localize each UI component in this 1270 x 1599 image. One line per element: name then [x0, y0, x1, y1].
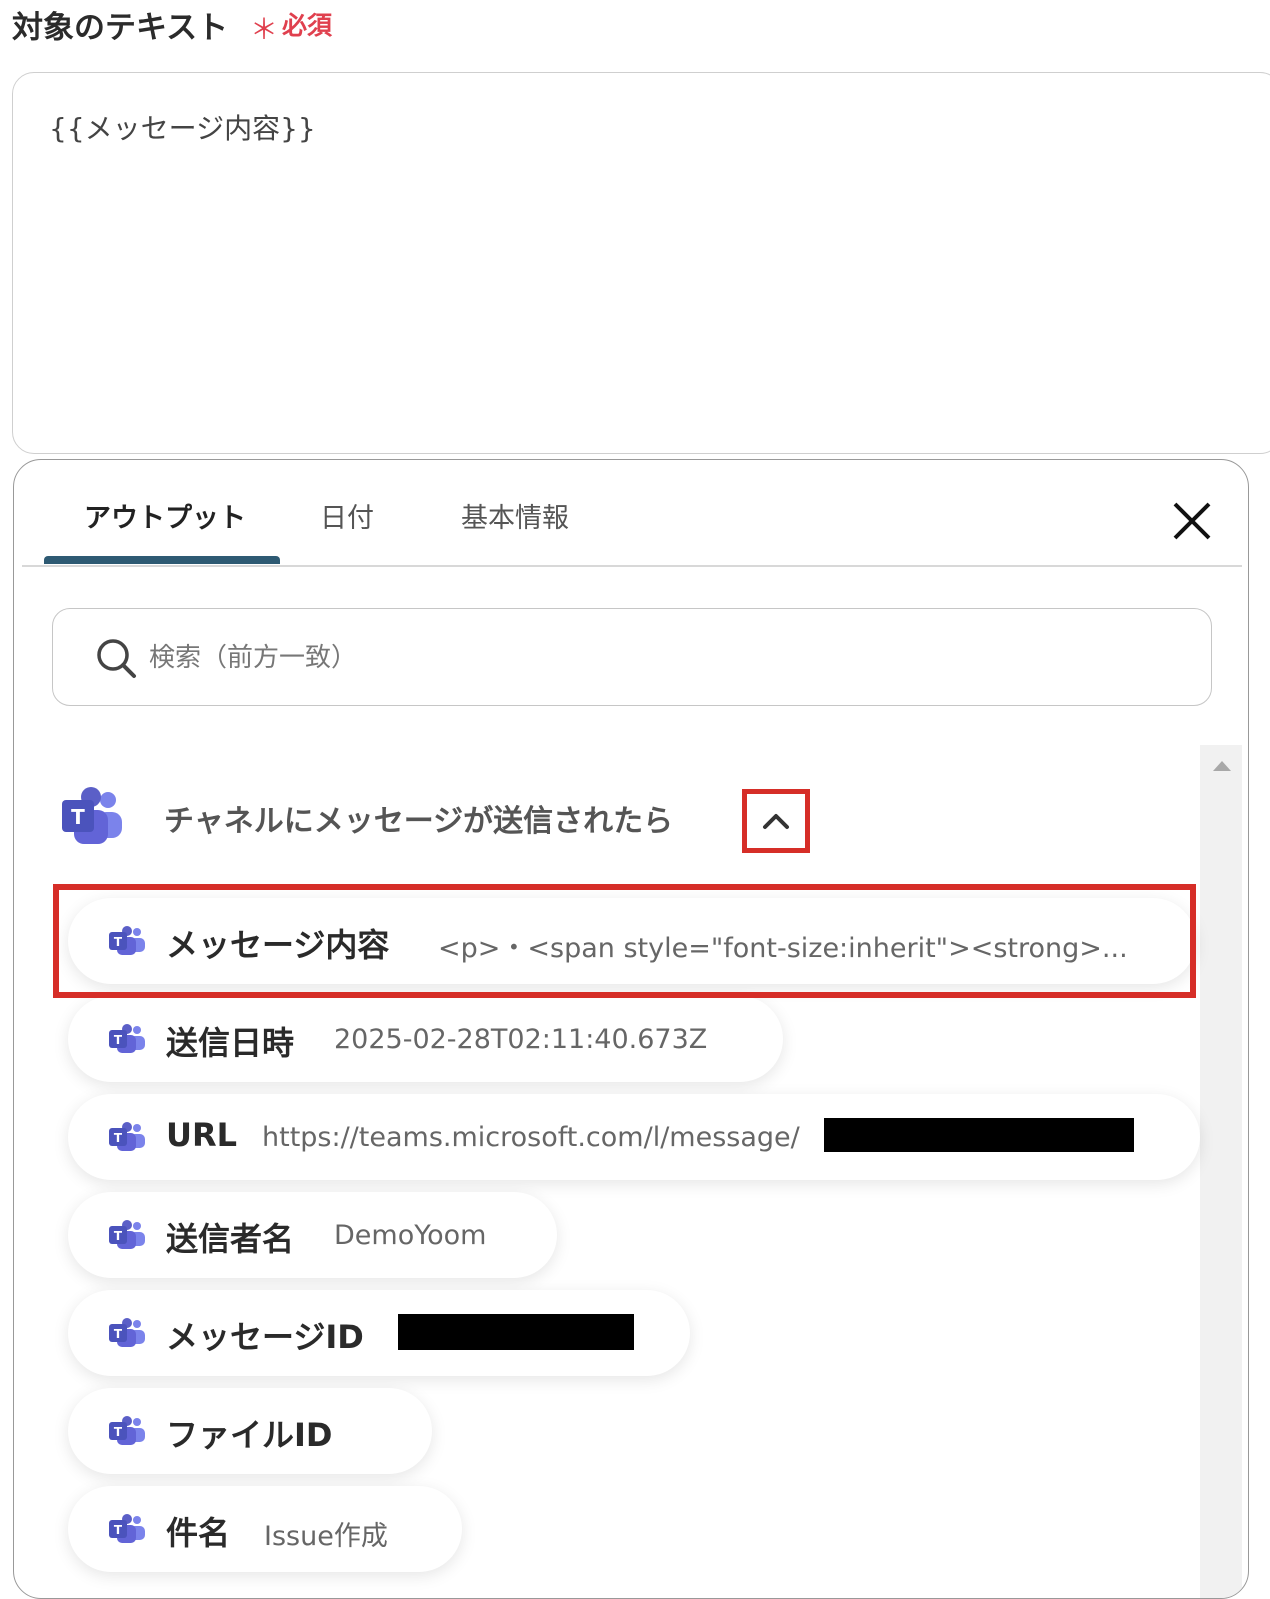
svg-text:T: T [114, 1033, 123, 1047]
scroll-up-arrow-icon[interactable] [1213, 761, 1231, 771]
required-label: 必須 [282, 11, 333, 40]
target-text-area[interactable]: {{メッセージ内容}} [12, 72, 1270, 454]
output-item-sender-name[interactable]: T 送信者名 DemoYoom [68, 1192, 557, 1278]
tab-output[interactable]: アウトプット [84, 496, 246, 535]
microsoft-teams-icon: T [109, 1220, 145, 1249]
tab-basic-info[interactable]: 基本情報 [461, 496, 569, 535]
output-value: 2025-02-28T02:11:40.673Z [334, 1024, 708, 1055]
chevron-up-icon [763, 814, 789, 829]
output-item-sent-datetime[interactable]: T 送信日時 2025-02-28T02:11:40.673Z [68, 996, 783, 1082]
microsoft-teams-icon: T [109, 1514, 145, 1543]
output-name: URL [166, 1116, 238, 1154]
svg-text:T: T [71, 805, 85, 829]
output-name: 送信日時 [166, 1024, 295, 1062]
output-value: https://teams.microsoft.com/l/message/ [262, 1122, 800, 1153]
output-value: DemoYoom [334, 1220, 487, 1251]
microsoft-teams-icon: T [109, 1122, 145, 1151]
search-input[interactable] [147, 633, 1171, 683]
redacted-block [824, 1118, 1134, 1152]
microsoft-teams-icon: T [109, 1024, 145, 1053]
output-picker-panel: アウトプット 日付 基本情報 T チャネルにメッセージが送信されたら T [13, 459, 1249, 1599]
output-item-url[interactable]: T URL https://teams.microsoft.com/l/mess… [68, 1094, 1200, 1180]
output-item-file-id[interactable]: T ファイルID [68, 1388, 432, 1474]
tab-divider [22, 565, 1242, 567]
output-name: ファイルID [166, 1416, 333, 1454]
output-name: 送信者名 [166, 1220, 295, 1258]
svg-text:T: T [114, 1131, 123, 1145]
target-text-value: {{メッセージ内容}} [49, 112, 316, 145]
output-item-message-id[interactable]: T メッセージID [68, 1290, 690, 1376]
svg-text:T: T [114, 1327, 123, 1341]
tab-date[interactable]: 日付 [320, 496, 374, 535]
search-box[interactable] [52, 608, 1212, 706]
collapse-group-button[interactable] [742, 789, 810, 853]
required-mark: ＊ [250, 13, 279, 46]
output-name: メッセージID [166, 1318, 364, 1356]
redacted-block [398, 1314, 634, 1350]
scrollbar[interactable] [1200, 745, 1242, 1598]
search-icon [97, 639, 136, 678]
field-label: 対象のテキスト [12, 10, 229, 46]
output-value: Issue作成 [264, 1521, 388, 1552]
close-button[interactable] [1169, 498, 1215, 544]
output-name: 件名 [166, 1514, 231, 1552]
microsoft-teams-icon: T [109, 1416, 145, 1445]
highlight-frame [53, 884, 1196, 998]
microsoft-teams-icon: T [62, 787, 122, 844]
active-tab-indicator [44, 556, 280, 564]
svg-text:T: T [114, 1229, 123, 1243]
group-title: チャネルにメッセージが送信されたら [164, 804, 674, 839]
close-icon [1173, 502, 1211, 540]
output-item-subject[interactable]: T 件名 Issue作成 [68, 1486, 462, 1572]
svg-text:T: T [114, 1425, 123, 1439]
svg-text:T: T [114, 1523, 123, 1537]
microsoft-teams-icon: T [109, 1318, 145, 1347]
